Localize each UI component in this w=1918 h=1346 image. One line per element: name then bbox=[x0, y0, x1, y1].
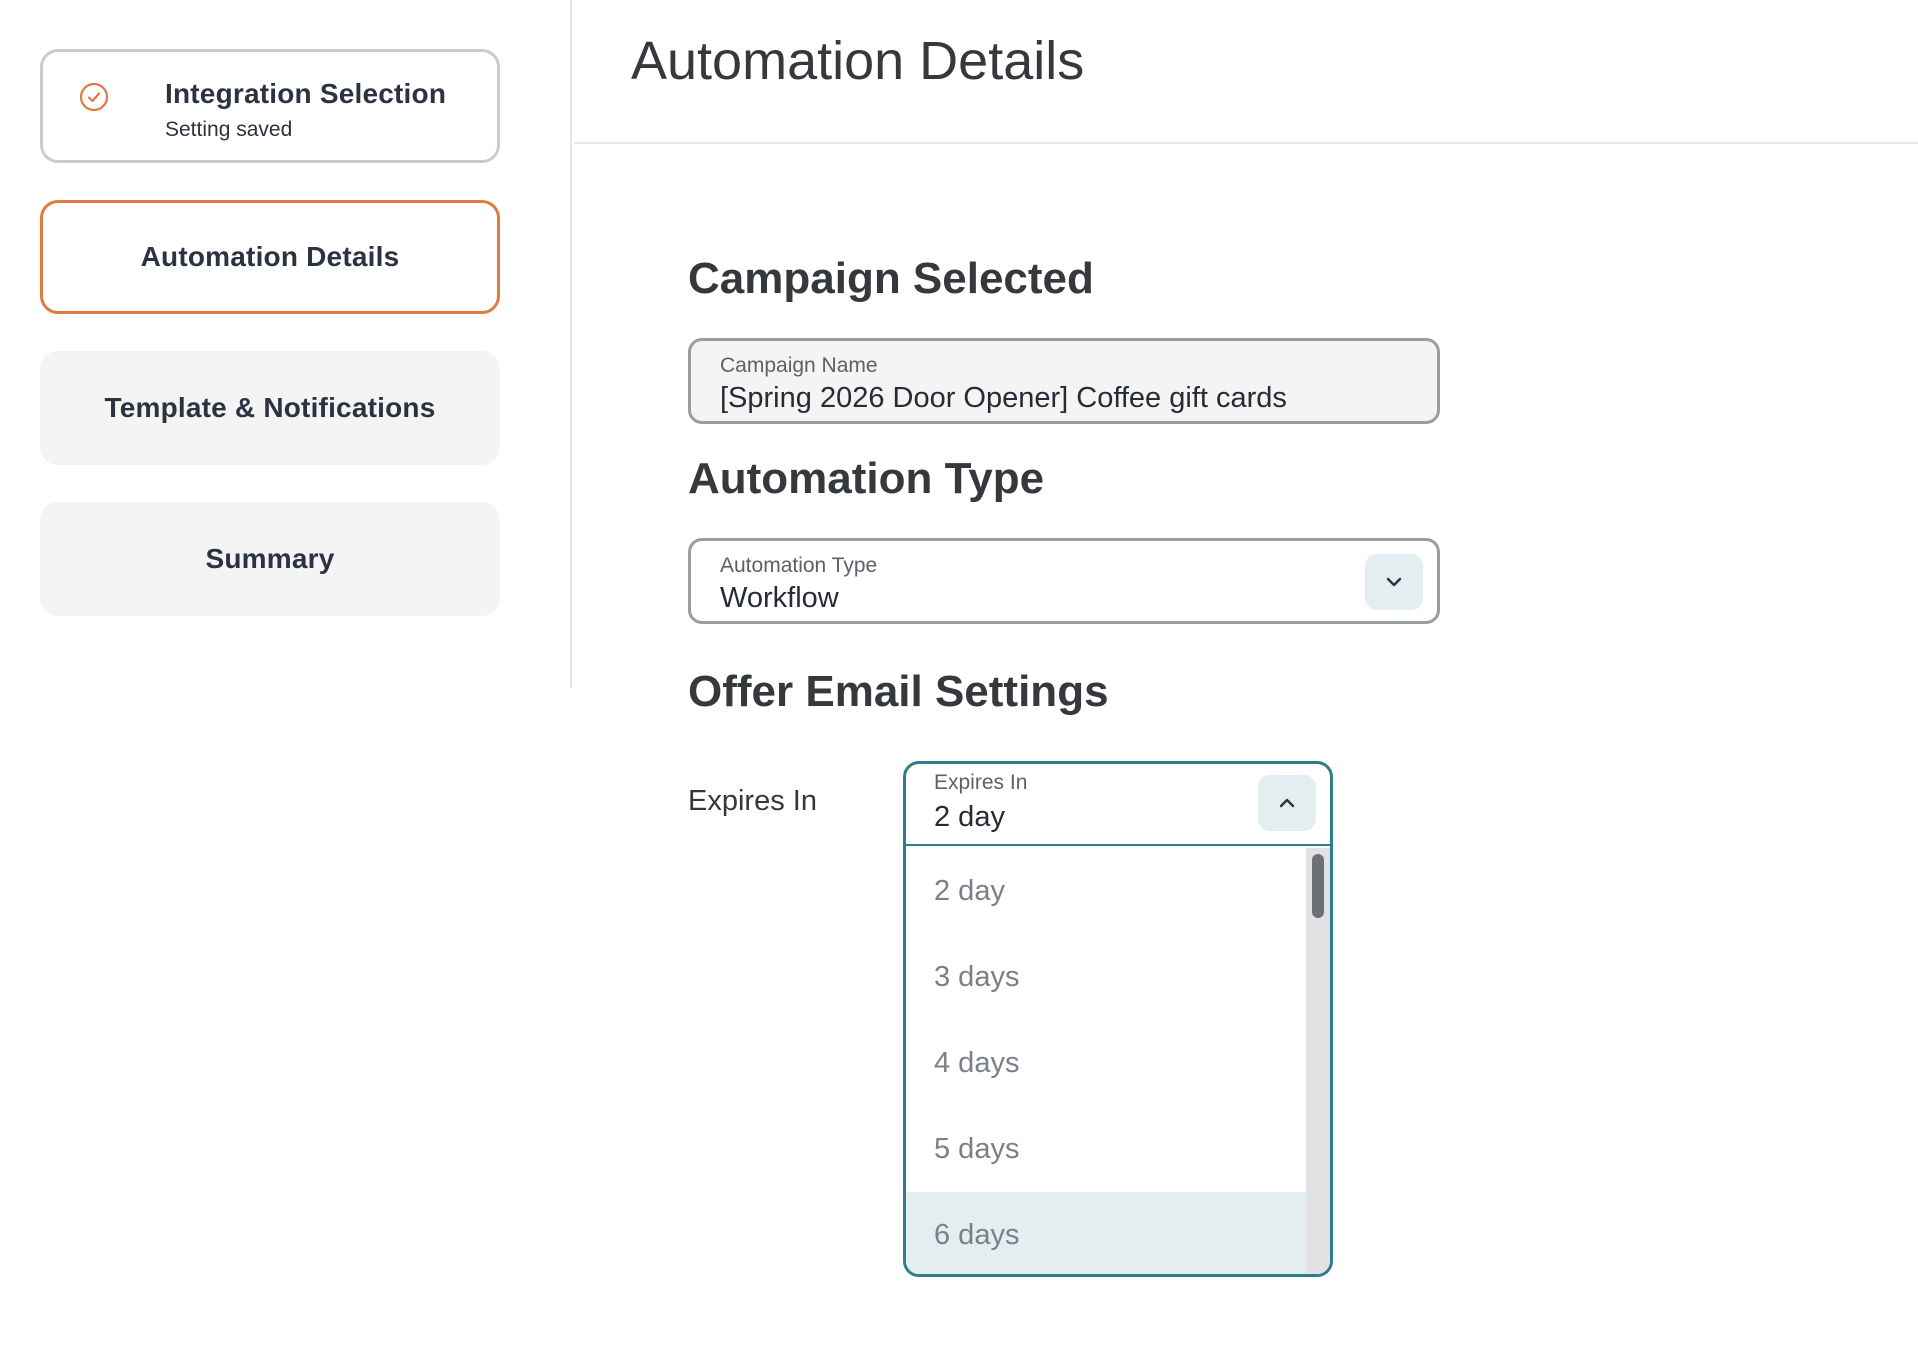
expires-in-select[interactable]: Expires In 2 day bbox=[906, 764, 1330, 846]
dropdown-option[interactable]: 2 day bbox=[906, 848, 1309, 934]
dropdown-option[interactable]: 4 days bbox=[906, 1020, 1309, 1106]
app-window: Integration Selection Setting saved Auto… bbox=[0, 0, 1918, 1346]
dropdown-option[interactable]: 3 days bbox=[906, 934, 1309, 1020]
automation-type-select[interactable]: Automation Type Workflow bbox=[688, 538, 1440, 624]
scrollbar-thumb[interactable] bbox=[1312, 854, 1324, 918]
field-value: 2 day bbox=[934, 801, 1005, 833]
chevron-up-icon bbox=[1279, 798, 1295, 808]
step-label: Summary bbox=[205, 543, 335, 574]
stepper-sidebar: Integration Selection Setting saved Auto… bbox=[0, 0, 572, 688]
page-header: Automation Details bbox=[574, 0, 1918, 144]
offer-email-section-title: Offer Email Settings bbox=[688, 667, 1109, 716]
step-automation-details[interactable]: Automation Details bbox=[40, 200, 500, 314]
expires-in-options-list: 2 day 3 days 4 days 5 days 6 days bbox=[906, 848, 1309, 1274]
chevron-down-icon bbox=[1386, 577, 1402, 587]
field-label: Expires In bbox=[934, 771, 1028, 794]
expires-in-toggle-button[interactable] bbox=[1258, 775, 1316, 831]
step-label: Integration Selection bbox=[165, 78, 447, 109]
dropdown-scrollbar[interactable] bbox=[1306, 848, 1330, 1274]
expires-in-label: Expires In bbox=[688, 785, 817, 817]
step-text: Integration Selection Setting saved bbox=[165, 78, 446, 142]
step-status: Setting saved bbox=[165, 118, 293, 141]
step-summary[interactable]: Summary bbox=[40, 502, 500, 616]
page-title: Automation Details bbox=[631, 31, 1085, 91]
campaign-name-field: Campaign Name [Spring 2026 Door Opener] … bbox=[688, 338, 1440, 424]
expires-in-dropdown[interactable]: Expires In 2 day 2 day 3 days 4 days 5 d… bbox=[903, 761, 1333, 1277]
dropdown-option-highlighted[interactable]: 6 days bbox=[906, 1192, 1309, 1274]
step-template-notifications[interactable]: Template & Notifications bbox=[40, 351, 500, 465]
automation-type-toggle-button[interactable] bbox=[1365, 554, 1423, 610]
step-integration-selection[interactable]: Integration Selection Setting saved bbox=[40, 49, 500, 163]
field-label: Campaign Name bbox=[720, 354, 878, 377]
automation-type-section-title: Automation Type bbox=[688, 454, 1045, 503]
field-value: [Spring 2026 Door Opener] Coffee gift ca… bbox=[720, 382, 1287, 414]
step-label: Template & Notifications bbox=[104, 392, 436, 423]
field-value: Workflow bbox=[720, 582, 839, 614]
dropdown-option[interactable]: 5 days bbox=[906, 1106, 1309, 1192]
step-label: Automation Details bbox=[140, 241, 400, 272]
campaign-section-title: Campaign Selected bbox=[688, 254, 1094, 303]
field-label: Automation Type bbox=[720, 554, 878, 577]
check-circle-icon bbox=[79, 82, 109, 112]
